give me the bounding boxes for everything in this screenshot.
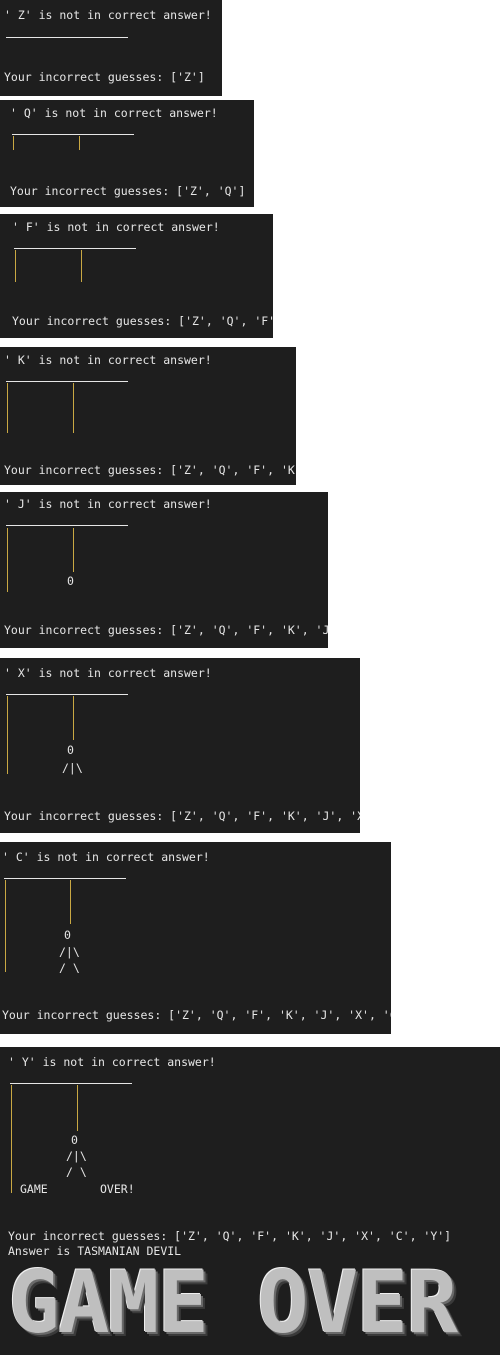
incorrect-guesses: Your incorrect guesses: ['Z', 'Q'] — [10, 184, 246, 198]
terminal-panel-4: ' K' is not in correct answer! Your inco… — [0, 347, 296, 485]
gallows-post — [13, 136, 14, 150]
status-message: ' Q' is not in correct answer! — [10, 106, 218, 120]
incorrect-guesses: Your incorrect guesses: ['Z'] — [4, 70, 205, 84]
hangman-body: /|\ — [66, 1149, 87, 1163]
gallows-beam — [6, 37, 128, 38]
terminal-panel-6: ' X' is not in correct answer! 0 /|\ You… — [0, 658, 360, 833]
status-message: ' J' is not in correct answer! — [4, 497, 212, 511]
status-message: ' X' is not in correct answer! — [4, 666, 212, 680]
gallows-beam — [10, 1083, 132, 1084]
status-message: ' C' is not in correct answer! — [2, 850, 210, 864]
gallows-rope — [79, 136, 80, 150]
game-over-banner: GAME OVER — [8, 1253, 458, 1353]
gallows-beam — [4, 878, 126, 879]
gallows-rope — [77, 1085, 78, 1131]
over-word: OVER! — [100, 1182, 135, 1196]
game-word: GAME — [20, 1182, 48, 1196]
status-message: ' F' is not in correct answer! — [12, 220, 220, 234]
gallows-post — [7, 528, 8, 592]
incorrect-guesses: Your incorrect guesses: ['Z', 'Q', 'F', … — [4, 809, 360, 823]
status-message: ' Z' is not in correct answer! — [4, 8, 212, 22]
incorrect-guesses: Your incorrect guesses: ['Z', 'Q', 'F', … — [4, 623, 328, 637]
gallows-post — [7, 696, 8, 774]
gallows-rope — [73, 696, 74, 740]
gallows-beam — [12, 134, 134, 135]
gallows-rope — [81, 250, 82, 282]
gallows-rope — [73, 528, 74, 572]
status-message: ' K' is not in correct answer! — [4, 353, 212, 367]
status-message: ' Y' is not in correct answer! — [8, 1055, 216, 1069]
gallows-beam — [6, 525, 128, 526]
terminal-panel-5: ' J' is not in correct answer! 0 Your in… — [0, 492, 328, 648]
hangman-legs: / \ — [59, 961, 80, 975]
gallows-beam — [6, 694, 128, 695]
incorrect-guesses: Your incorrect guesses: ['Z', 'Q', 'F', … — [2, 1008, 391, 1022]
hangman-body: /|\ — [59, 945, 80, 959]
incorrect-guesses: Your incorrect guesses: ['Z', 'Q', 'F'] — [12, 314, 273, 328]
terminal-panel-1: ' Z' is not in correct answer! Your inco… — [0, 0, 222, 96]
gallows-post — [5, 880, 6, 972]
hangman-legs: / \ — [66, 1165, 87, 1179]
gallows-post — [15, 250, 16, 282]
gallows-beam — [6, 381, 128, 382]
hangman-head: 0 — [67, 574, 74, 588]
incorrect-guesses: Your incorrect guesses: ['Z', 'Q', 'F', … — [8, 1229, 452, 1243]
gallows-rope — [73, 383, 74, 433]
terminal-panel-7: ' C' is not in correct answer! 0 /|\ / \… — [0, 842, 391, 1034]
terminal-panel-2: ' Q' is not in correct answer! Your inco… — [0, 100, 254, 207]
gallows-post — [11, 1085, 12, 1193]
hangman-head: 0 — [67, 743, 74, 757]
hangman-head: 0 — [64, 928, 71, 942]
hangman-body: /|\ — [62, 761, 83, 775]
incorrect-guesses: Your incorrect guesses: ['Z', 'Q', 'F', … — [4, 463, 296, 477]
gallows-beam — [14, 248, 136, 249]
gallows-rope — [70, 880, 71, 924]
terminal-panel-3: ' F' is not in correct answer! Your inco… — [0, 214, 273, 338]
gallows-post — [7, 383, 8, 433]
hangman-head: 0 — [71, 1133, 78, 1147]
